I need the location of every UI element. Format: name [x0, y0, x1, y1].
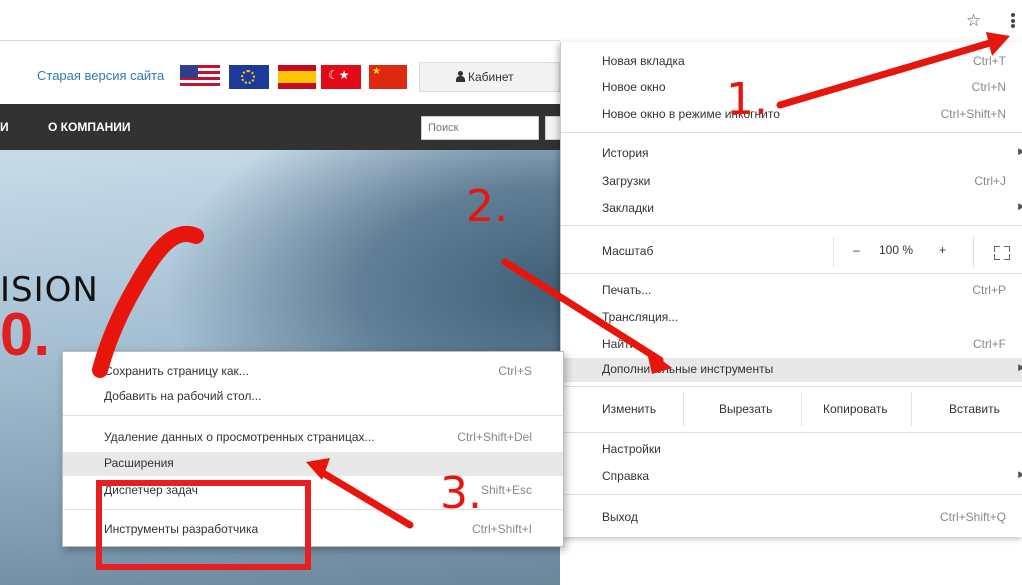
menu-divider — [561, 273, 1022, 274]
submenu-item-label: Добавить на рабочий стол... — [104, 389, 262, 403]
menu-item-label: Найти... — [602, 337, 647, 351]
menu-item-new-window[interactable]: Новое окно Ctrl+N — [561, 76, 1022, 98]
fullscreen-icon[interactable] — [973, 237, 1022, 267]
cut-button[interactable]: Вырезать — [719, 402, 772, 416]
star-icon[interactable]: ☆ — [966, 12, 981, 30]
nav-item-company[interactable]: О КОМПАНИИ — [48, 120, 131, 134]
menu-item-label: Настройки — [602, 442, 661, 456]
nav-item-partial[interactable]: И — [0, 120, 9, 134]
menu-item-label: Дополнительные инструменты — [602, 362, 774, 376]
submenu-item-add-to-desktop[interactable]: Добавить на рабочий стол... — [63, 385, 563, 407]
annotation-box — [96, 480, 311, 570]
menu-item-exit[interactable]: Выход Ctrl+Shift+Q — [561, 506, 1022, 528]
menu-item-find[interactable]: Найти... Ctrl+F — [561, 333, 1022, 355]
zoom-out-button[interactable]: – — [853, 243, 860, 257]
edit-divider — [801, 392, 802, 426]
menu-item-edit: Изменить Вырезать Копировать Вставить — [561, 392, 1022, 426]
menu-item-label: Трансляция... — [602, 310, 679, 324]
paste-button[interactable]: Вставить — [949, 402, 1000, 416]
submenu-item-save-page[interactable]: Сохранить страницу как... Ctrl+S — [63, 360, 563, 382]
submenu-arrow-icon: ▶ — [1018, 469, 1022, 479]
submenu-item-shortcut: Ctrl+S — [498, 364, 532, 378]
submenu-item-label: Расширения — [104, 456, 174, 470]
menu-item-label: Новая вкладка — [602, 54, 685, 68]
submenu-item-extensions[interactable]: Расширения — [63, 452, 563, 476]
site-header: Старая версия сайта Кабинет — [0, 40, 560, 105]
menu-item-shortcut: Ctrl+T — [973, 54, 1006, 68]
submenu-item-clear-data[interactable]: Удаление данных о просмотренных страница… — [63, 426, 563, 448]
menu-divider — [561, 386, 1022, 387]
person-icon — [456, 71, 465, 82]
menu-item-shortcut: Ctrl+Shift+N — [940, 107, 1006, 121]
menu-item-shortcut: Ctrl+N — [971, 80, 1006, 94]
menu-item-label: Выход — [602, 510, 638, 524]
menu-item-bookmarks[interactable]: Закладки ▶ — [561, 197, 1022, 219]
chrome-main-menu: Новая вкладка Ctrl+T Новое окно Ctrl+N Н… — [560, 42, 1022, 537]
menu-item-label: Справка — [602, 469, 650, 483]
edit-divider — [911, 392, 912, 426]
menu-item-new-tab[interactable]: Новая вкладка Ctrl+T — [561, 50, 1022, 72]
menu-item-label: Новое окно — [602, 80, 666, 94]
menu-divider — [561, 494, 1022, 495]
submenu-item-shortcut: Ctrl+Shift+I — [471, 522, 532, 536]
hero-red-text: 0. — [0, 301, 51, 368]
menu-item-label: Загрузки — [602, 174, 651, 188]
submenu-item-shortcut: Shift+Esc — [480, 483, 532, 497]
submenu-arrow-icon: ▶ — [1018, 201, 1022, 211]
menu-item-label: Масштаб — [602, 244, 654, 258]
site-nav: И О КОМПАНИИ — [0, 104, 560, 150]
menu-item-shortcut: Ctrl+J — [974, 174, 1006, 188]
menu-item-shortcut: Ctrl+Shift+Q — [939, 510, 1006, 524]
menu-item-zoom: Масштаб – 100 % + — [561, 237, 1022, 267]
browser-toolbar: ☆ — [0, 0, 1022, 40]
menu-item-label: История — [602, 146, 649, 160]
cabinet-label: Кабинет — [468, 70, 514, 84]
flag-es-icon[interactable] — [278, 65, 316, 89]
zoom-value: 100 % — [879, 243, 914, 257]
menu-item-downloads[interactable]: Загрузки Ctrl+J — [561, 170, 1022, 192]
menu-item-label: Закладки — [602, 201, 654, 215]
annotation-step-3: 3. — [440, 468, 482, 519]
annotation-step-2: 2. — [466, 181, 508, 232]
more-vert-icon[interactable] — [1008, 12, 1018, 32]
copy-button[interactable]: Копировать — [823, 402, 888, 416]
site-search-button[interactable] — [545, 116, 560, 140]
menu-item-history[interactable]: История ▶ — [561, 142, 1022, 164]
zoom-divider — [833, 237, 834, 267]
flag-eu-icon[interactable] — [229, 65, 269, 89]
old-version-link[interactable]: Старая версия сайта — [37, 68, 164, 83]
zoom-in-button[interactable]: + — [939, 243, 946, 257]
menu-divider — [561, 225, 1022, 226]
menu-item-shortcut: Ctrl+F — [973, 337, 1006, 351]
flag-tr-icon[interactable] — [321, 65, 361, 89]
menu-item-settings[interactable]: Настройки — [561, 438, 1022, 460]
menu-item-help[interactable]: Справка ▶ — [561, 465, 1022, 487]
menu-item-shortcut: Ctrl+P — [972, 283, 1006, 297]
menu-divider — [561, 132, 1022, 133]
submenu-item-label: Удаление данных о просмотренных страница… — [104, 430, 375, 444]
submenu-divider — [63, 415, 563, 416]
cabinet-button[interactable]: Кабинет — [419, 62, 560, 92]
menu-divider — [561, 432, 1022, 433]
submenu-arrow-icon: ▶ — [1018, 146, 1022, 156]
submenu-arrow-icon: ▶ — [1018, 362, 1022, 372]
menu-item-incognito[interactable]: Новое окно в режиме инкогнито Ctrl+Shift… — [561, 103, 1022, 125]
submenu-item-label: Сохранить страницу как... — [104, 364, 249, 378]
menu-item-label: Изменить — [602, 402, 657, 416]
menu-item-label: Печать... — [602, 283, 652, 297]
flag-us-icon[interactable] — [180, 65, 220, 89]
annotation-step-1: 1. — [726, 74, 768, 125]
flag-cn-icon[interactable] — [369, 65, 407, 89]
menu-item-print[interactable]: Печать... Ctrl+P — [561, 279, 1022, 301]
menu-item-cast[interactable]: Трансляция... — [561, 306, 1022, 328]
menu-item-more-tools[interactable]: Дополнительные инструменты ▶ — [561, 358, 1022, 382]
submenu-item-shortcut: Ctrl+Shift+Del — [457, 430, 532, 444]
site-search-input[interactable] — [421, 116, 539, 140]
edit-divider — [683, 392, 684, 426]
